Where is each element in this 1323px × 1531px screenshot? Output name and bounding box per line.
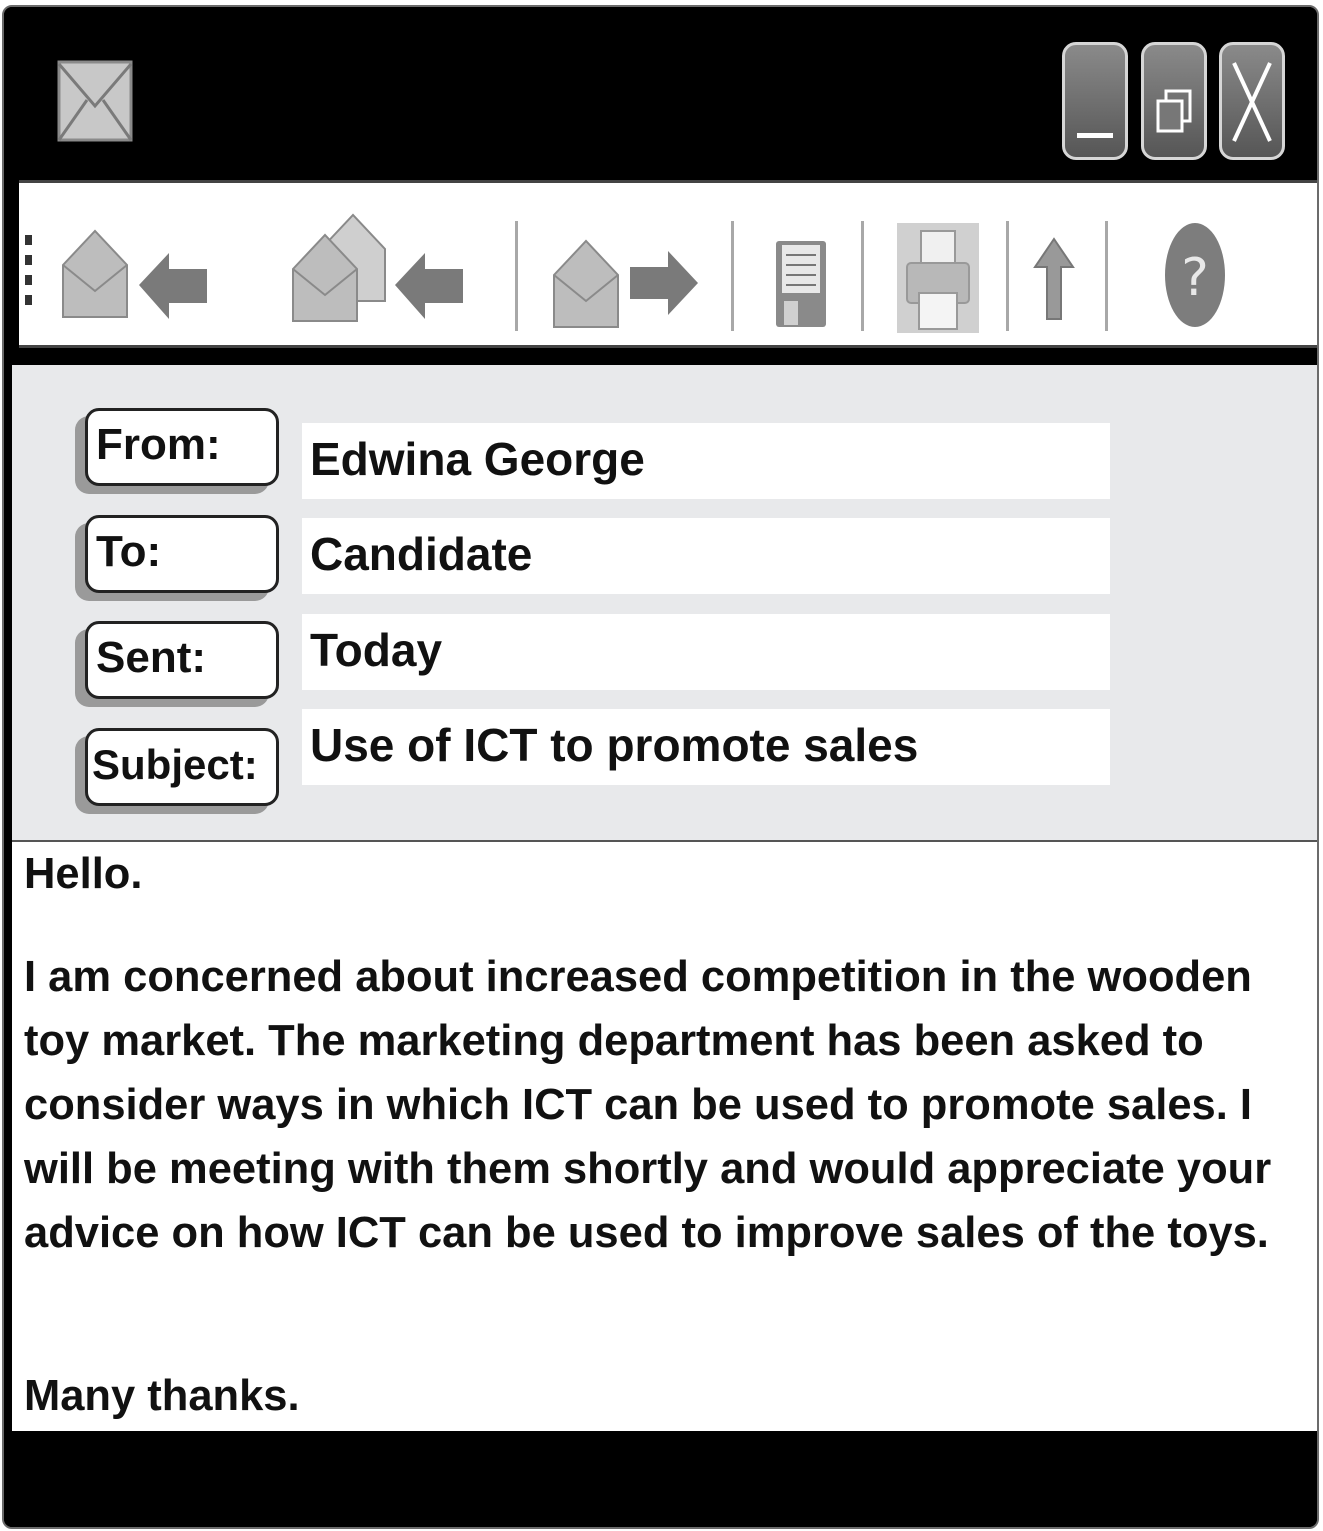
status-bar (4, 1434, 1317, 1527)
message-greeting: Hello. (24, 850, 143, 898)
message-paragraph: I am concerned about increased competiti… (24, 953, 1272, 1257)
to-label: To: (85, 515, 279, 593)
save-icon[interactable] (774, 239, 828, 329)
from-label-box: From: (75, 408, 279, 494)
message-body: Hello. I am concerned about increased co… (12, 842, 1317, 1431)
upload-icon[interactable] (1033, 237, 1075, 321)
sent-label: Sent: (85, 621, 279, 699)
reply-all-icon[interactable] (291, 213, 471, 325)
minimize-button[interactable] (1062, 42, 1128, 160)
sent-label-box: Sent: (75, 621, 279, 707)
toolbar-separator (861, 221, 864, 331)
from-label: From: (85, 408, 279, 486)
message-header: From: Edwina George To: Candidate Sent: … (12, 365, 1317, 842)
email-window: ? From: Edwina George To: Candidate Sent… (2, 5, 1319, 1529)
toolbar-separator (731, 221, 734, 331)
subject-label-box: Subject: (75, 728, 279, 814)
toolbar-separator (515, 221, 518, 331)
title-bar (4, 7, 1317, 177)
toolbar-separator (1105, 221, 1108, 331)
envelope-icon (57, 60, 133, 142)
subject-label: Subject: (85, 728, 279, 806)
close-button[interactable] (1219, 42, 1285, 160)
message-closing: Many thanks. (24, 1372, 300, 1420)
from-field: Edwina George (302, 423, 1110, 499)
restore-button[interactable] (1141, 42, 1207, 160)
minimize-icon (1077, 133, 1113, 138)
toolbar-grip[interactable] (25, 235, 35, 309)
forward-icon[interactable] (552, 235, 702, 331)
toolbar: ? (19, 180, 1317, 348)
to-field: Candidate (302, 518, 1110, 594)
subject-field: Use of ICT to promote sales (302, 709, 1110, 785)
restore-icon (1156, 89, 1192, 133)
toolbar-separator (1006, 221, 1009, 331)
close-icon (1232, 62, 1272, 142)
help-icon[interactable]: ? (1163, 221, 1227, 329)
reply-icon[interactable] (61, 225, 211, 321)
to-label-box: To: (75, 515, 279, 601)
sent-field: Today (302, 614, 1110, 690)
help-glyph: ? (1181, 248, 1209, 308)
print-icon[interactable] (897, 223, 979, 333)
